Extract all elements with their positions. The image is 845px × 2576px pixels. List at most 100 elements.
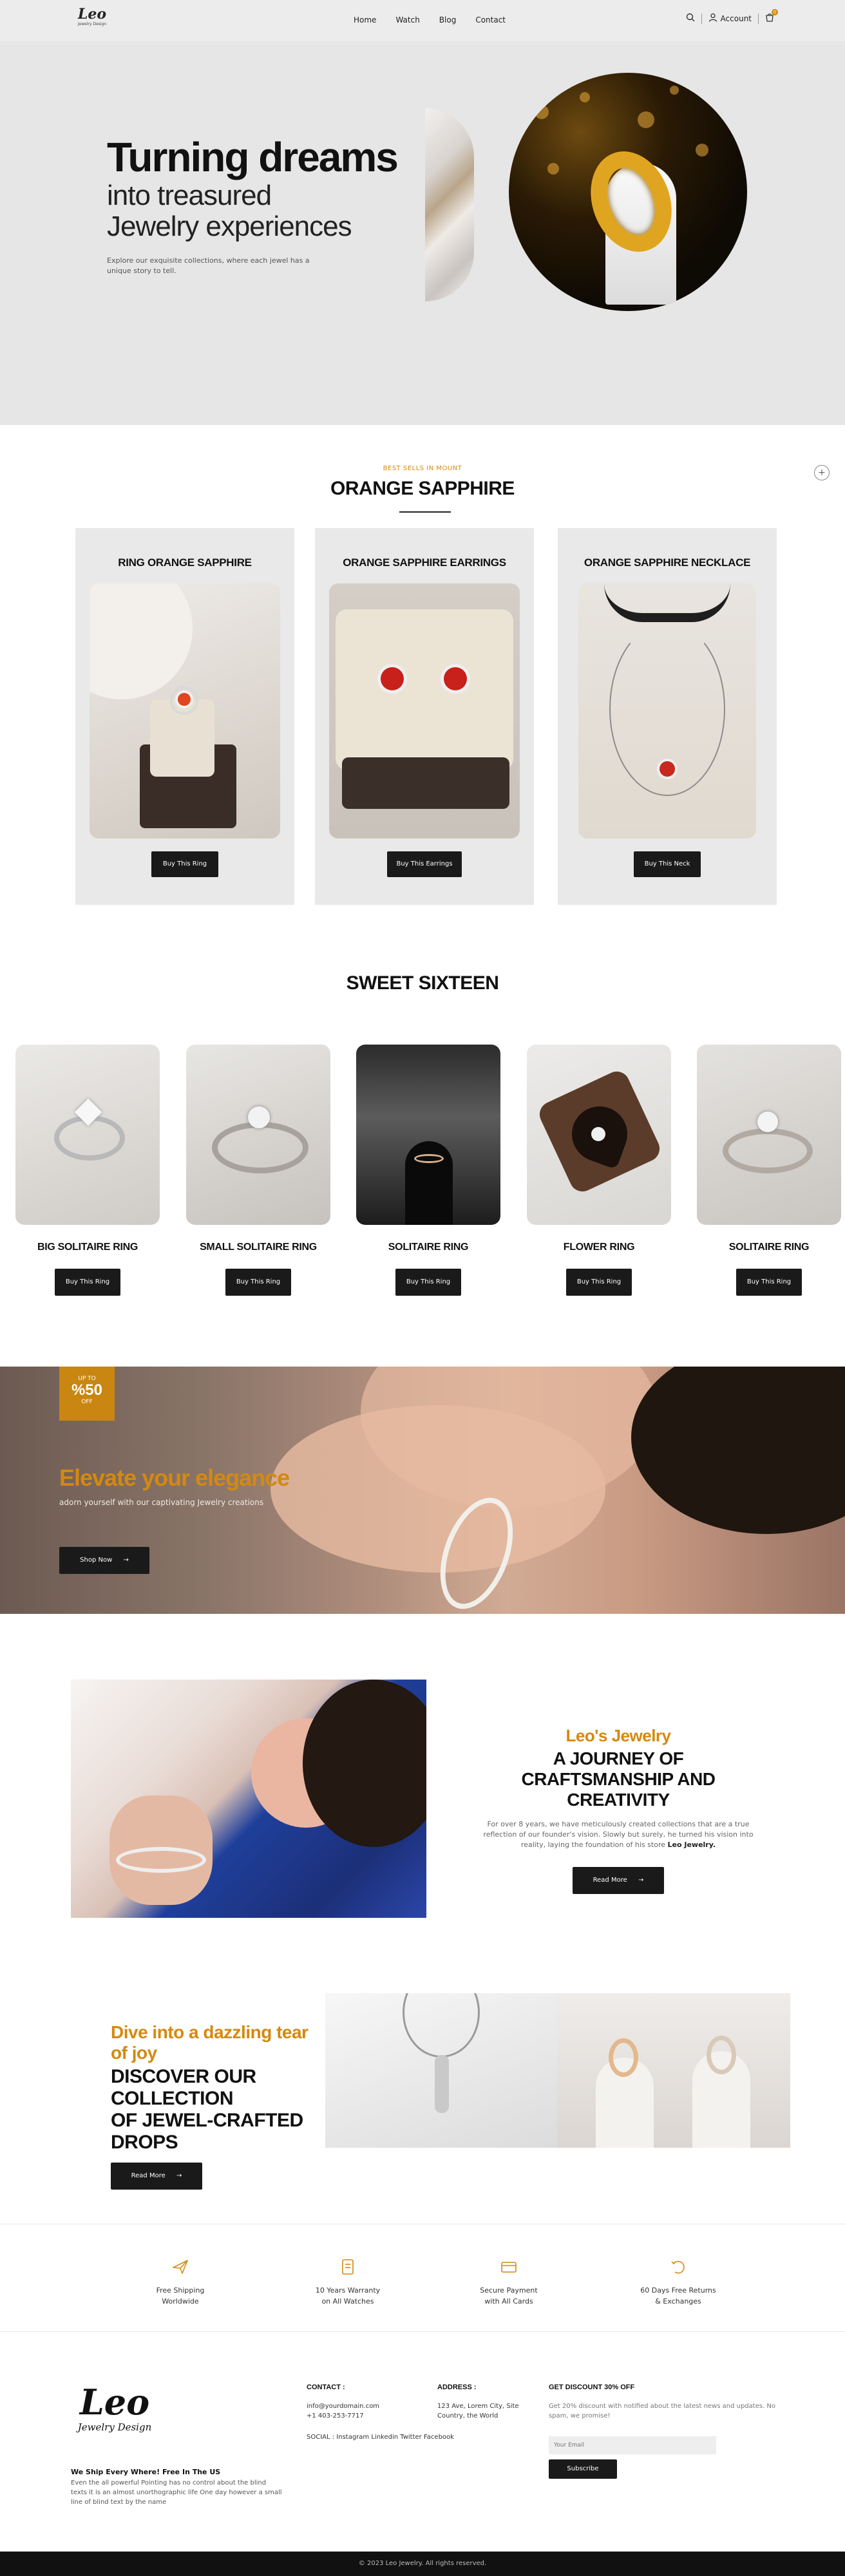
footer-logo-mark: Leo (79, 2382, 150, 2423)
collection-text-block: Dive into a dazzling tear of joy DISCOVE… (111, 2022, 317, 2190)
contact-email[interactable]: info@yourdomain.com (307, 2401, 454, 2411)
product-title: SMALL SOLITAIRE RING (200, 1242, 317, 1253)
necklace-pendant (660, 761, 675, 777)
collection-title-line1: DISCOVER OUR COLLECTION (111, 2066, 256, 2109)
plus-circle-icon[interactable]: + (814, 465, 830, 480)
hero-description: Explore our exquisite collections, where… (107, 256, 310, 275)
social-links[interactable]: SOCIAL : Instagram Linkedin Twitter Face… (307, 2432, 454, 2442)
badge-value: %50 (71, 1381, 103, 1399)
warranty-icon (338, 2258, 357, 2277)
product-title: SOLITAIRE RING (388, 1242, 469, 1253)
product-card: RING ORANGE SAPPHIRE Buy This Ring (75, 528, 294, 905)
collection-image (325, 1993, 790, 2148)
product-title: SOLITAIRE RING (728, 1242, 810, 1253)
shop-now-button[interactable]: Shop Now → (59, 1547, 149, 1574)
search-icon[interactable] (686, 13, 695, 24)
feature-free-returns: 60 Days Free Returns & Exchanges (620, 2258, 736, 2307)
shop-now-label: Shop Now (80, 1557, 113, 1564)
journey-text-block: Leo's Jewelry A JOURNEY OF CRAFTSMANSHIP… (470, 1726, 766, 1894)
nav-blog[interactable]: Blog (439, 15, 457, 24)
product-image-solitaire-ring-2[interactable] (697, 1045, 841, 1225)
buy-earrings-button[interactable]: Buy This Earrings (387, 851, 462, 877)
footer-logo[interactable]: Leo Jewelry Design (76, 2383, 153, 2454)
earring-stand (336, 609, 513, 770)
silver-ring (707, 2036, 736, 2074)
footer-address: ADDRESS : 123 Ave, Lorem City, Site Coun… (437, 2383, 519, 2421)
collection-eyebrow: Dive into a dazzling tear of joy (111, 2022, 309, 2063)
ring-band (723, 1128, 813, 1173)
return-icon (669, 2258, 688, 2277)
feature-line2: Worldwide (162, 2297, 199, 2306)
product-image-ring[interactable] (90, 583, 280, 838)
footer-contact: CONTACT : info@yourdomain.com +1 403-253… (307, 2383, 454, 2442)
buy-ring-button[interactable]: Buy This Ring (151, 851, 218, 877)
banner-photo-hair (631, 1367, 845, 1534)
product-card: ORANGE SAPPHIRE NECKLACE Buy This Neck (558, 528, 777, 905)
journey-title-line1: A JOURNEY OF (553, 1748, 684, 1768)
orange-gem (178, 693, 191, 706)
product-image-big-solitaire[interactable] (15, 1045, 160, 1225)
buy-ring-button[interactable]: Buy This Ring (225, 1269, 291, 1296)
journey-title-line2: CRAFTSMANSHIP AND CREATIVITY (521, 1769, 716, 1810)
logo[interactable]: Leo Jewelry Design (76, 6, 108, 32)
diamond (591, 1127, 605, 1141)
bokeh-light (696, 144, 708, 156)
cart-button[interactable]: 0 (765, 9, 778, 24)
address-line2: Country, the World (437, 2412, 498, 2420)
product-title: RING ORANGE SAPPHIRE (118, 556, 252, 569)
nav-home[interactable]: Home (354, 15, 376, 24)
buy-ring-button[interactable]: Buy This Ring (736, 1269, 802, 1296)
bracelet (116, 1847, 206, 1873)
features-bar: Free Shipping Worldwide 10 Years Warrant… (0, 2224, 845, 2332)
title-underline (399, 511, 451, 513)
logo-mark: Leo (77, 6, 107, 23)
user-icon (708, 13, 717, 24)
drop-pendant (435, 2055, 449, 2113)
product-title: ORANGE SAPPHIRE EARRINGS (343, 556, 506, 569)
product-image-earrings[interactable] (329, 583, 520, 838)
gold-ring (609, 2038, 638, 2077)
shipping-text: Even the all powerful Pointing has no co… (71, 2479, 282, 2506)
contact-phone[interactable]: +1 403-253-7717 (307, 2411, 454, 2421)
account-link[interactable]: Account (708, 13, 752, 24)
product-image-necklace[interactable] (578, 583, 756, 838)
read-more-label: Read More (593, 1877, 627, 1884)
section-eyebrow: BEST SELLS IN MOUNT (383, 465, 462, 472)
address-line1: 123 Ave, Lorem City, Site (437, 2403, 519, 2410)
discount-badge: UP TO %50 OFF (59, 1367, 115, 1421)
buy-neck-button[interactable]: Buy This Neck (634, 851, 701, 877)
arrow-right-icon: → (638, 1877, 644, 1884)
discount-heading: GET DISCOUNT 30% OFF (549, 2383, 635, 2391)
buy-ring-button[interactable]: Buy This Ring (395, 1269, 461, 1296)
subscribe-button[interactable]: Subscribe (549, 2459, 617, 2479)
red-earring-right (444, 667, 467, 690)
account-label: Account (720, 14, 752, 23)
divider (701, 13, 702, 24)
newsletter-email-input[interactable] (549, 2436, 716, 2454)
feature-warranty: 10 Years Warranty on All Watches (290, 2258, 406, 2307)
feature-line1: Free Shipping (156, 2286, 205, 2295)
product-title: FLOWER RING (563, 1242, 635, 1253)
feature-line1: 10 Years Warranty (315, 2286, 381, 2295)
promo-subtitle: adorn yourself with our captivating Jewe… (59, 1498, 264, 1507)
product-image-solitaire-ring[interactable] (356, 1045, 500, 1225)
site-header: Leo Jewelry Design Home Watch Blog Conta… (0, 0, 845, 41)
feature-line2: & Exchanges (655, 2297, 701, 2306)
read-more-button[interactable]: Read More → (573, 1867, 664, 1894)
nav-contact[interactable]: Contact (475, 15, 506, 24)
product-image-flower-ring[interactable] (527, 1045, 671, 1225)
bokeh-light (670, 86, 679, 95)
badge-off: OFF (81, 1399, 93, 1405)
arrow-right-icon: → (176, 2172, 182, 2179)
product-image-small-solitaire[interactable] (186, 1045, 330, 1225)
nav-watch[interactable]: Watch (395, 15, 419, 24)
buy-ring-button[interactable]: Buy This Ring (55, 1269, 120, 1296)
read-more-button[interactable]: Read More → (111, 2163, 202, 2190)
section-title-orange-sapphire: ORANGE SAPPHIRE (330, 478, 515, 499)
header-actions: Account 0 (686, 9, 778, 24)
buy-ring-button[interactable]: Buy This Ring (566, 1269, 632, 1296)
copyright-bar: © 2023 Leo Jewelry. All rights reserved. (0, 2552, 845, 2576)
contact-heading: CONTACT : (307, 2383, 345, 2391)
product-card: ORANGE SAPPHIRE EARRINGS Buy This Earrin… (315, 528, 534, 905)
plane-icon (171, 2258, 190, 2277)
